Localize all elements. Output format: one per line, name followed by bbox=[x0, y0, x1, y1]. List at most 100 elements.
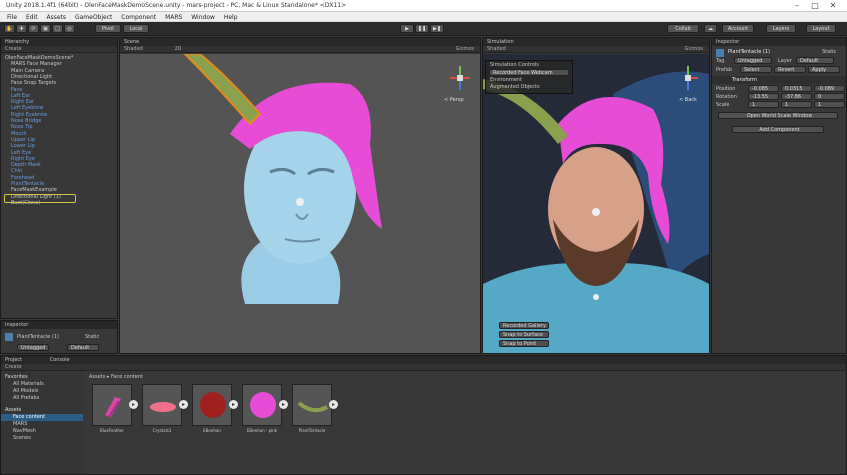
environment-foldout[interactable]: Environment bbox=[490, 77, 522, 83]
simulation-shaded-dropdown[interactable]: Shaded bbox=[487, 46, 506, 52]
console-tab[interactable]: Console bbox=[50, 357, 70, 363]
transform-z-field[interactable]: 1 bbox=[814, 101, 845, 108]
maximize-icon[interactable]: □ bbox=[806, 1, 824, 11]
hierarchy-item[interactable]: Face bbox=[11, 87, 22, 93]
cloud-icon[interactable]: ☁ bbox=[704, 24, 717, 33]
transform-x-field[interactable]: -0.085 bbox=[748, 85, 779, 92]
menu-file[interactable]: File bbox=[7, 14, 17, 21]
menu-help[interactable]: Help bbox=[224, 14, 238, 21]
transform-y-field[interactable]: 0.0315 bbox=[781, 85, 812, 92]
pause-button[interactable]: ❚❚ bbox=[415, 24, 429, 33]
hierarchy-item[interactable]: Main Camera bbox=[11, 68, 44, 74]
augmented-objects-foldout[interactable]: Augmented Objects bbox=[490, 84, 540, 90]
snap-to-surface-button[interactable]: Snap to Surface bbox=[499, 331, 549, 338]
step-button[interactable]: ▶❚ bbox=[430, 24, 444, 33]
scene-shaded-dropdown[interactable]: Shaded bbox=[124, 46, 143, 52]
asset-expand-icon[interactable]: ▸ bbox=[179, 400, 188, 409]
inspector-mini-layer[interactable]: Default bbox=[67, 344, 99, 351]
menu-mars[interactable]: MARS bbox=[165, 14, 182, 21]
hierarchy-item[interactable]: Depth Mask bbox=[11, 162, 41, 168]
menu-component[interactable]: Component bbox=[121, 14, 156, 21]
layers-dropdown[interactable]: Layers bbox=[766, 24, 796, 33]
layout-dropdown[interactable]: Layout bbox=[806, 24, 836, 33]
chin-anchor-point-ar[interactable] bbox=[593, 294, 599, 300]
hierarchy-item[interactable]: Left Eye bbox=[11, 150, 31, 156]
pivot-toggle[interactable]: Pivot bbox=[95, 24, 121, 33]
menu-edit[interactable]: Edit bbox=[26, 14, 38, 21]
minimize-icon[interactable]: – bbox=[788, 1, 806, 11]
hierarchy-item[interactable]: PlantTentacle bbox=[11, 181, 44, 187]
folder-mars[interactable]: MARS bbox=[13, 421, 27, 427]
transform-y-field[interactable]: -37.86 bbox=[781, 93, 812, 100]
scene-persp-label[interactable]: < Persp bbox=[444, 97, 464, 103]
favorites-header[interactable]: Favorites bbox=[5, 374, 28, 380]
hierarchy-item[interactable]: Face Snap Targets bbox=[11, 80, 56, 86]
scale-tool-icon[interactable]: ▣ bbox=[40, 24, 51, 33]
asset-thumbnail-bluefeather[interactable] bbox=[92, 384, 132, 426]
favorites-all-prefabs[interactable]: All Prefabs bbox=[13, 395, 39, 401]
transform-header[interactable]: Transform bbox=[712, 76, 846, 84]
scene-2d-toggle[interactable]: 2D bbox=[174, 46, 181, 52]
prefab-revert-button[interactable]: Revert bbox=[774, 66, 806, 73]
rotate-tool-icon[interactable]: ⟳ bbox=[28, 24, 39, 33]
asset-thumbnail-crystals3[interactable] bbox=[142, 384, 182, 426]
play-button[interactable]: ▶ bbox=[400, 24, 414, 33]
menu-window[interactable]: Window bbox=[191, 14, 215, 21]
asset-thumbnail-ebeehan[interactable] bbox=[192, 384, 232, 426]
inspector-mini-static[interactable]: Static bbox=[85, 334, 99, 340]
hierarchy-item[interactable]: Right Ear bbox=[11, 99, 34, 105]
rect-tool-icon[interactable]: □ bbox=[52, 24, 63, 33]
simulation-gizmos-dropdown[interactable]: Gizmos bbox=[685, 46, 703, 53]
hierarchy-item[interactable]: Nose Bridge bbox=[11, 118, 41, 124]
snap-to-point-button[interactable]: Snap to Point bbox=[499, 340, 549, 347]
hierarchy-item[interactable]: Right Eye bbox=[11, 156, 35, 162]
collab-button[interactable]: Collab bbox=[667, 24, 699, 33]
hierarchy-item[interactable]: Nose Tip bbox=[11, 124, 33, 130]
favorites-all-materials[interactable]: All Materials bbox=[13, 381, 44, 387]
folder-navmesh[interactable]: NavMesh bbox=[13, 428, 36, 434]
project-tab[interactable]: Project bbox=[5, 357, 22, 363]
close-icon[interactable]: ✕ bbox=[824, 1, 842, 11]
hierarchy-item[interactable]: Chin bbox=[11, 168, 22, 174]
hierarchy-item[interactable]: Left Eyebrow bbox=[11, 105, 43, 111]
asset-thumbnail-ebeehan-pink[interactable] bbox=[242, 384, 282, 426]
hierarchy-item[interactable]: MARS Face Manager bbox=[11, 61, 62, 67]
inspector-tag-dropdown[interactable]: Untagged bbox=[734, 57, 772, 64]
local-toggle[interactable]: Local bbox=[123, 24, 149, 33]
add-component-button[interactable]: Add Component bbox=[732, 126, 824, 133]
menu-assets[interactable]: Assets bbox=[47, 14, 67, 21]
menu-gameobject[interactable]: GameObject bbox=[75, 14, 112, 21]
project-create-button[interactable]: Create bbox=[1, 364, 846, 371]
favorites-all-models[interactable]: All Models bbox=[13, 388, 38, 394]
simulation-source-dropdown[interactable]: Recorded Face Webcam bbox=[489, 69, 569, 76]
scene-viewport[interactable]: < Persp bbox=[120, 54, 480, 353]
asset-expand-icon[interactable]: ▸ bbox=[229, 400, 238, 409]
inspector-object-name[interactable]: PlantTentacle (1) bbox=[728, 49, 770, 55]
simulation-back-label[interactable]: < Back bbox=[679, 97, 697, 103]
transform-y-field[interactable]: 1 bbox=[781, 101, 812, 108]
hierarchy-item[interactable]: FaceMaskExample bbox=[11, 187, 57, 193]
simulation-tab[interactable]: Simulation bbox=[483, 38, 709, 46]
hierarchy-item[interactable]: Right Eyebrow bbox=[11, 112, 47, 118]
inspector-layer-dropdown[interactable]: Default bbox=[796, 57, 834, 64]
hierarchy-item[interactable]: OlenFaceMaskDemoScene* bbox=[5, 55, 73, 61]
inspector-static-toggle[interactable]: Static bbox=[822, 49, 836, 55]
move-tool-icon[interactable]: ✚ bbox=[16, 24, 27, 33]
transform-x-field[interactable]: 1 bbox=[748, 101, 779, 108]
hierarchy-create-button[interactable]: Create bbox=[1, 46, 117, 53]
hierarchy-item[interactable]: Forehead bbox=[11, 175, 34, 181]
asset-expand-icon[interactable]: ▸ bbox=[279, 400, 288, 409]
scene-gizmo-axes[interactable] bbox=[450, 66, 470, 90]
hierarchy-item[interactable]: Left Ear bbox=[11, 93, 30, 99]
asset-thumbnail-planttentacle[interactable] bbox=[292, 384, 332, 426]
folder-scenes[interactable]: Scenes bbox=[13, 435, 31, 441]
face-anchor-point-ar[interactable] bbox=[592, 208, 600, 216]
asset-expand-icon[interactable]: ▸ bbox=[129, 400, 138, 409]
inspector-mini-tag[interactable]: Untagged bbox=[17, 344, 49, 351]
inspector-mini-tab[interactable]: Inspector bbox=[1, 321, 117, 329]
hierarchy-item[interactable]: Mouth bbox=[11, 131, 27, 137]
face-anchor-point[interactable] bbox=[296, 198, 304, 206]
account-dropdown[interactable]: Account bbox=[722, 24, 754, 33]
recorded-gallery-button[interactable]: Recorded Gallery bbox=[499, 322, 549, 329]
prefab-select-button[interactable]: Select bbox=[740, 66, 772, 73]
